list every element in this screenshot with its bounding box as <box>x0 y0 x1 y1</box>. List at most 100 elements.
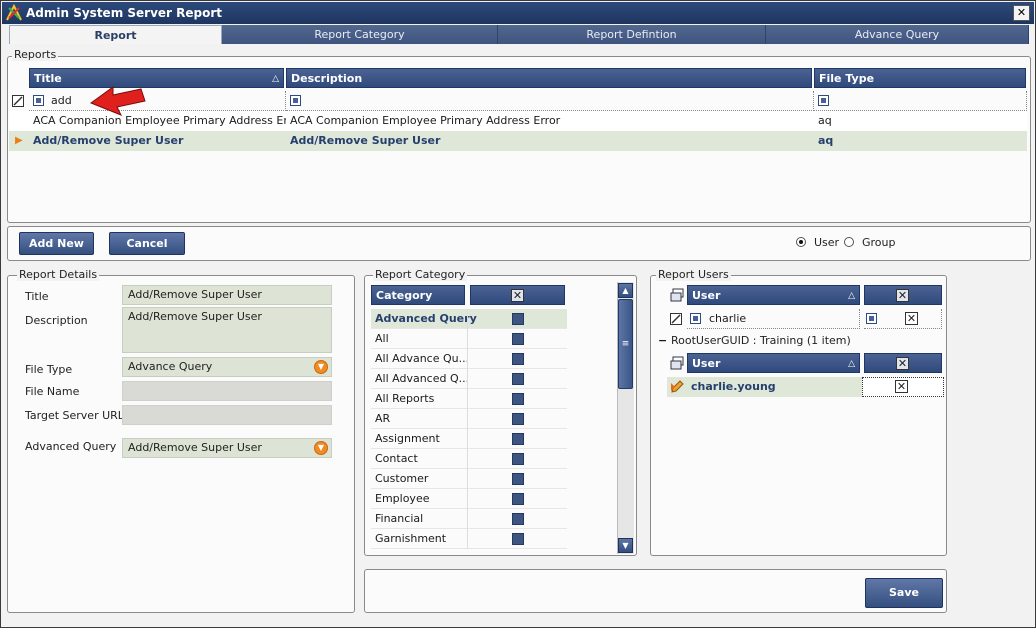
column-user-remove[interactable]: ✕ <box>864 353 942 373</box>
file-name-label: File Name <box>25 385 80 398</box>
clear-selection-icon[interactable]: ✕ <box>511 289 524 302</box>
list-item[interactable]: Financial <box>371 509 567 529</box>
report-window: Admin System Server Report ✕ Report Repo… <box>0 0 1036 628</box>
remove-filter-cell[interactable]: ✕ <box>864 309 942 329</box>
list-item[interactable]: Garnishment <box>371 529 567 549</box>
advanced-query-value: Add/Remove Super User <box>128 441 262 454</box>
tab-report-definition[interactable]: Report Defintion <box>498 25 766 44</box>
sort-asc-icon: △ <box>848 291 855 301</box>
user-radio[interactable] <box>796 237 806 247</box>
report-category-legend: Report Category <box>373 268 468 281</box>
report-details-legend: Report Details <box>17 268 100 281</box>
title-bar: Admin System Server Report ✕ <box>2 2 1034 24</box>
scroll-up-icon[interactable]: ▲ <box>618 283 633 298</box>
app-icon <box>6 4 22 21</box>
file-type-label: File Type <box>25 363 73 376</box>
sort-asc-icon: △ <box>272 74 279 84</box>
scroll-down-icon[interactable]: ▼ <box>618 538 633 553</box>
user-filter-input[interactable]: charlie <box>709 309 746 328</box>
category-checkbox[interactable] <box>512 493 524 505</box>
category-checkbox[interactable] <box>512 473 524 485</box>
remove-icon[interactable]: ✕ <box>896 289 909 302</box>
category-checkbox[interactable] <box>512 413 524 425</box>
column-title[interactable]: Title △ <box>29 68 284 88</box>
red-arrow-annotation-icon <box>89 86 146 116</box>
group-radio[interactable] <box>844 237 854 247</box>
tab-advance-query[interactable]: Advance Query <box>766 25 1029 44</box>
category-checkbox[interactable] <box>512 373 524 385</box>
list-item[interactable]: All <box>371 329 567 349</box>
category-checkbox[interactable] <box>512 313 524 325</box>
group-collapse-icon[interactable]: − <box>658 334 667 347</box>
file-type-filter-cell[interactable] <box>814 91 1027 111</box>
title-filter-cell[interactable]: add <box>29 91 286 111</box>
list-item[interactable]: Assignment <box>371 429 567 449</box>
row-title: ACA Companion Employee Primary Address E… <box>33 114 286 127</box>
list-item[interactable]: AR <box>371 409 567 429</box>
list-item[interactable]: Customer <box>371 469 567 489</box>
filter-operator-icon[interactable] <box>866 313 877 324</box>
advanced-query-select[interactable]: Add/Remove Super User ▼ <box>122 438 332 458</box>
scroll-thumb[interactable]: ≡ <box>618 299 633 389</box>
footer-group <box>364 569 947 613</box>
category-checkbox[interactable] <box>512 513 524 525</box>
filter-operator-icon[interactable] <box>33 95 44 106</box>
group-by-icon[interactable] <box>670 288 684 302</box>
file-type-select[interactable]: Advance Query ▼ <box>122 357 332 377</box>
report-users-legend: Report Users <box>656 268 731 281</box>
column-user-label: User <box>692 357 721 370</box>
list-item[interactable]: All Advanced Q... <box>371 369 567 389</box>
sort-asc-icon: △ <box>848 359 855 369</box>
column-file-type[interactable]: File Type <box>814 68 1026 88</box>
dropdown-arrow-icon[interactable]: ▼ <box>314 360 328 374</box>
column-user[interactable]: User △ <box>687 353 860 373</box>
user-radio-label: User <box>814 236 840 249</box>
row-file-type: aq <box>818 114 832 127</box>
category-checkbox[interactable] <box>512 453 524 465</box>
title-field[interactable]: Add/Remove Super User <box>122 285 332 305</box>
category-checkbox[interactable] <box>512 333 524 345</box>
column-category-select[interactable]: ✕ <box>470 285 565 305</box>
dropdown-arrow-icon[interactable]: ▼ <box>314 441 328 455</box>
description-filter-cell[interactable] <box>286 91 814 111</box>
remove-icon[interactable]: ✕ <box>905 312 918 325</box>
category-list: Advanced Query All All Advance Qu... All… <box>369 307 568 553</box>
target-server-url-label: Target Server URL <box>25 409 124 422</box>
remove-user-cell[interactable]: ✕ <box>862 377 944 397</box>
list-item[interactable]: Contact <box>371 449 567 469</box>
filter-operator-icon[interactable] <box>690 313 701 324</box>
column-user[interactable]: User △ <box>687 285 860 305</box>
category-checkbox[interactable] <box>512 353 524 365</box>
list-item[interactable]: Employee <box>371 489 567 509</box>
tab-report[interactable]: Report <box>9 25 222 44</box>
remove-user-icon[interactable]: ✕ <box>895 380 908 393</box>
list-item[interactable]: All Reports <box>371 389 567 409</box>
category-checkbox[interactable] <box>512 393 524 405</box>
title-filter-input[interactable]: add <box>51 91 72 110</box>
file-name-field[interactable] <box>122 381 332 401</box>
group-by-icon[interactable] <box>670 356 684 370</box>
column-category[interactable]: Category <box>371 285 465 305</box>
list-item-selected[interactable]: Advanced Query <box>371 309 567 329</box>
category-checkbox[interactable] <box>512 433 524 445</box>
column-description[interactable]: Description <box>286 68 812 88</box>
table-row[interactable]: ACA Companion Employee Primary Address E… <box>9 111 1027 131</box>
close-button[interactable]: ✕ <box>1013 5 1030 21</box>
user-row-selected[interactable]: charlie.young ✕ <box>667 377 944 397</box>
cancel-button[interactable]: Cancel <box>109 232 185 255</box>
filter-operator-icon[interactable] <box>290 95 301 106</box>
user-filter-cell[interactable]: charlie <box>687 309 860 329</box>
category-checkbox[interactable] <box>512 533 524 545</box>
save-button[interactable]: Save <box>865 578 943 608</box>
tab-report-category[interactable]: Report Category <box>222 25 498 44</box>
description-field[interactable]: Add/Remove Super User <box>122 307 332 353</box>
table-row-selected[interactable]: ▶ Add/Remove Super User Add/Remove Super… <box>9 131 1027 151</box>
list-item[interactable]: All Advance Qu... <box>371 349 567 369</box>
add-new-button[interactable]: Add New <box>19 232 94 255</box>
filter-operator-icon[interactable] <box>818 95 829 106</box>
column-user-remove[interactable]: ✕ <box>864 285 942 305</box>
editing-pencil-icon <box>671 380 684 393</box>
target-server-url-field[interactable] <box>122 405 332 425</box>
remove-icon[interactable]: ✕ <box>896 357 909 370</box>
row-title: Add/Remove Super User <box>33 134 184 147</box>
